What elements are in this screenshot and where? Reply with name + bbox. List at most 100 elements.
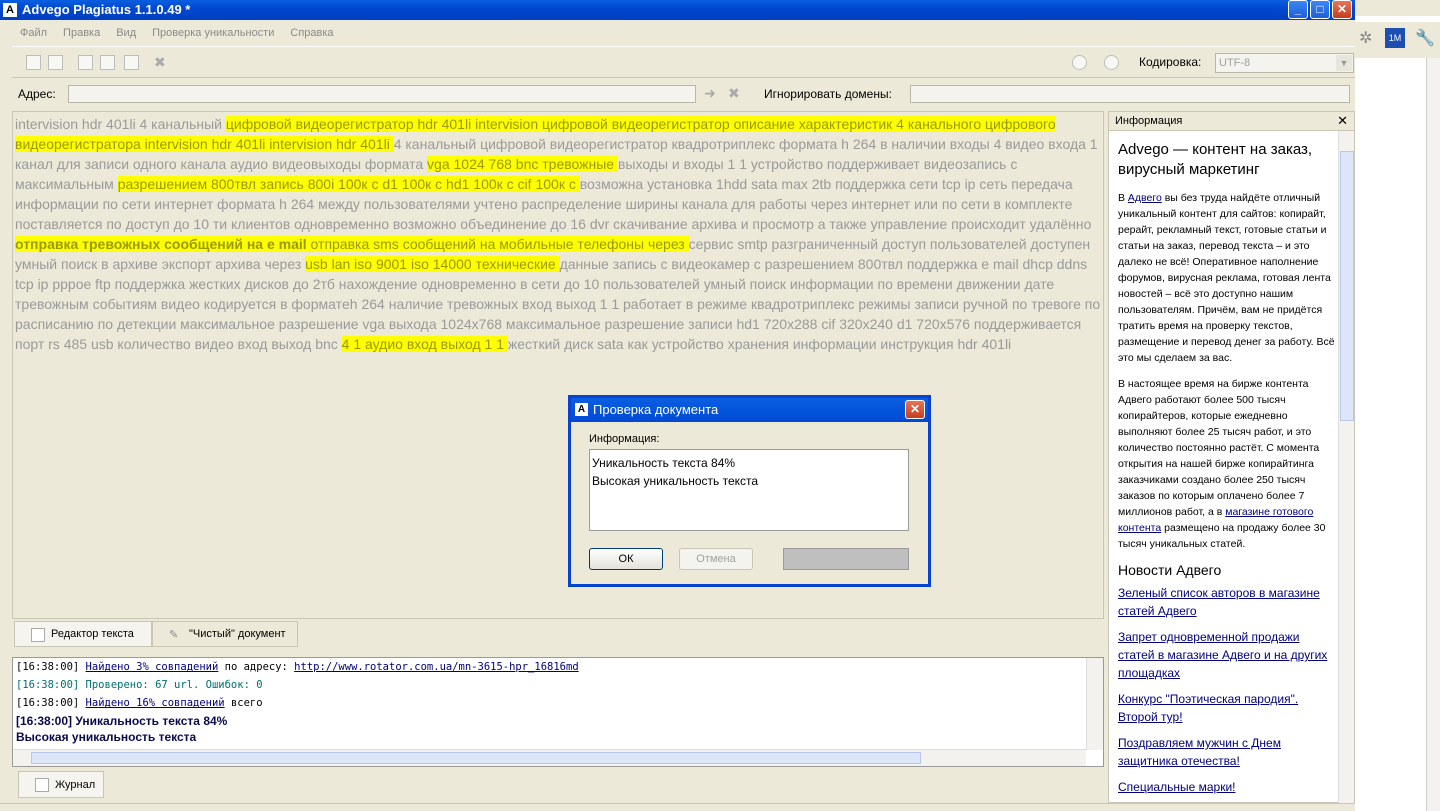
check-document-dialog: A Проверка документа ✕ Информация: Уника… [568,395,931,587]
scroll-thumb[interactable] [1340,151,1354,421]
info-title: Информация [1115,115,1183,127]
address-input[interactable] [68,85,696,103]
cancel-button[interactable]: Отмена [679,548,753,570]
close-button[interactable]: ✕ [1332,0,1352,19]
highlighted-match: отправка sms сообщений на мобильные теле… [310,236,689,252]
cut-icon[interactable] [78,55,93,70]
advego-link[interactable]: Адвего [1128,192,1162,204]
tab-clean-document[interactable]: ✎ "Чистый" документ [152,621,298,647]
background-window: ✲ 1M 🔧 [1355,0,1440,811]
news-item[interactable]: Поздравляем мужчин с Днем защитника отеч… [1118,734,1336,770]
info-paragraph-2: В настоящее время на бирже контента Адве… [1118,378,1326,550]
menu-view[interactable]: Вид [108,22,144,39]
close-icon[interactable]: ✕ [905,400,925,419]
tab-journal[interactable]: Журнал [18,771,104,798]
dialog-info-box: Уникальность текста 84% Высокая уникальн… [589,449,909,531]
tab-label: "Чистый" документ [189,628,286,640]
log-link[interactable]: Найдено 3% совпадений [86,661,219,673]
text-segment: intervision hdr 401li 4 канальный [15,116,226,132]
info-paragraph-1: В Адвего вы без труда найдёте отличный у… [1118,192,1335,364]
document-icon [31,628,45,642]
log-horizontal-scrollbar[interactable] [13,749,1086,766]
log-panel: [16:38:00] Найдено 3% совпадений по адре… [12,657,1104,767]
ignore-domains-input[interactable] [910,85,1350,103]
background-toolbar: ✲ 1M 🔧 [1355,22,1440,58]
menu-uniqueness-check[interactable]: Проверка уникальности [144,22,282,39]
clear-icon[interactable]: ✖ [154,55,169,70]
dialog-label: Информация: [589,433,660,445]
log-line: Высокая уникальность текста [16,730,197,744]
status-bar [0,803,1355,811]
highlighted-match: vga 1024 768 bnc тревожные [427,156,618,172]
progress-bar [783,548,909,570]
toolbar: ✖ Кодировка: UTF-8 ▼ [12,46,1355,78]
highlighted-match: разрешением 800твл запись 800i 100к с d1… [117,176,580,192]
log-url-link[interactable]: http://www.rotator.com.ua/mn-3615-hpr_16… [294,661,578,673]
ignore-domains-label: Игнорировать домены: [764,87,892,101]
news-list: Зеленый список авторов в магазине статей… [1118,584,1336,796]
editor-tabs: Редактор текста ✎ "Чистый" документ [12,620,1104,648]
info-scrollbar[interactable] [1338,131,1354,803]
address-label: Адрес: [18,87,56,101]
address-bar: Адрес: ➜ ✖ Игнорировать домены: [12,80,1355,108]
info-headline: Advego — контент на заказ, вирусный марк… [1118,141,1313,178]
log-vertical-scrollbar[interactable] [1086,658,1103,750]
calculator-icon[interactable]: 1M [1385,28,1405,48]
encoding-select[interactable]: UTF-8 ▼ [1215,53,1354,73]
text-segment: жесткий диск sata как устройство хранени… [507,336,1012,352]
go-arrow-icon[interactable]: ➜ [704,85,716,102]
dialog-title: Проверка документа [593,402,719,417]
highlighted-match: usb lan iso 9001 iso 14000 технические [305,256,560,272]
encoding-label: Кодировка: [1139,55,1202,69]
maximize-button[interactable]: □ [1310,0,1330,19]
background-titlebar [1355,0,1440,16]
news-title: Новости Адвего [1118,562,1222,578]
chevron-down-icon[interactable]: ▼ [1336,55,1352,71]
close-icon[interactable]: ✕ [1337,113,1348,129]
news-item[interactable]: Конкурс "Поэтическая пародия". Второй ту… [1118,690,1336,726]
tab-label: Редактор текста [51,628,134,640]
app-icon: A [3,3,17,17]
news-item[interactable]: Запрет одновременной продажи статей в ма… [1118,628,1336,682]
scroll-thumb[interactable] [31,752,921,764]
ok-button[interactable]: ОК [589,548,663,570]
info-body: Advego — контент на заказ, вирусный марк… [1118,140,1336,804]
window-title: Advego Plagiatus 1.1.0.49 * [22,2,191,17]
info-panel: Информация ✕ Advego — контент на заказ, … [1108,111,1355,803]
log-link[interactable]: Найдено 16% совпадений [86,697,225,709]
info-header: Информация ✕ [1109,112,1354,131]
log-line: [16:38:00] Найдено 3% совпадений по адре… [16,661,579,673]
menu-edit[interactable]: Правка [55,22,108,39]
settings-icon[interactable] [1072,55,1087,70]
uniqueness-line: Уникальность текста 84% [592,456,736,470]
clear-address-icon[interactable]: ✖ [728,85,740,102]
log-line: [16:38:00] Найдено 16% совпадений всего [16,697,263,709]
new-document-icon[interactable] [26,55,41,70]
journal-icon [35,778,49,792]
app-icon: A [575,403,588,416]
window-titlebar: A Advego Plagiatus 1.1.0.49 * _ □ ✕ [0,0,1355,20]
minimize-button[interactable]: _ [1288,0,1308,19]
highlighted-match: 4 1 аудио вход выход 1 1 [341,336,508,352]
tab-text-editor[interactable]: Редактор текста [14,621,152,647]
gear-icon[interactable]: ✲ [1359,28,1372,48]
copy-icon[interactable] [100,55,115,70]
wrench-icon[interactable]: 🔧 [1415,28,1435,48]
menu-help[interactable]: Справка [282,22,341,39]
dialog-titlebar: A Проверка документа ✕ [571,398,928,422]
news-item[interactable]: Специальные марки! [1118,778,1336,796]
highlighted-match: отправка тревожных сообщений на e mail [15,236,311,252]
help-icon[interactable] [1104,55,1119,70]
journal-bar: Журнал [12,770,1104,800]
text-editor[interactable]: intervision hdr 401li 4 канальный цифров… [12,111,1104,619]
menu-file[interactable]: Файл [12,22,55,39]
open-document-icon[interactable] [48,55,63,70]
log-line: [16:38:00] Уникальность текста 84% [16,714,228,728]
log-line: [16:38:00] Проверено: 67 url. Ошибок: 0 [16,679,263,691]
background-scrollbar[interactable] [1426,58,1440,811]
menu-bar: Файл Правка Вид Проверка уникальности Справк… [12,22,1355,44]
paste-icon[interactable] [124,55,139,70]
uniqueness-verdict: Высокая уникальность текста [592,474,759,488]
news-item[interactable]: Зеленый список авторов в магазине статей… [1118,584,1336,620]
tab-label: Журнал [55,779,96,791]
